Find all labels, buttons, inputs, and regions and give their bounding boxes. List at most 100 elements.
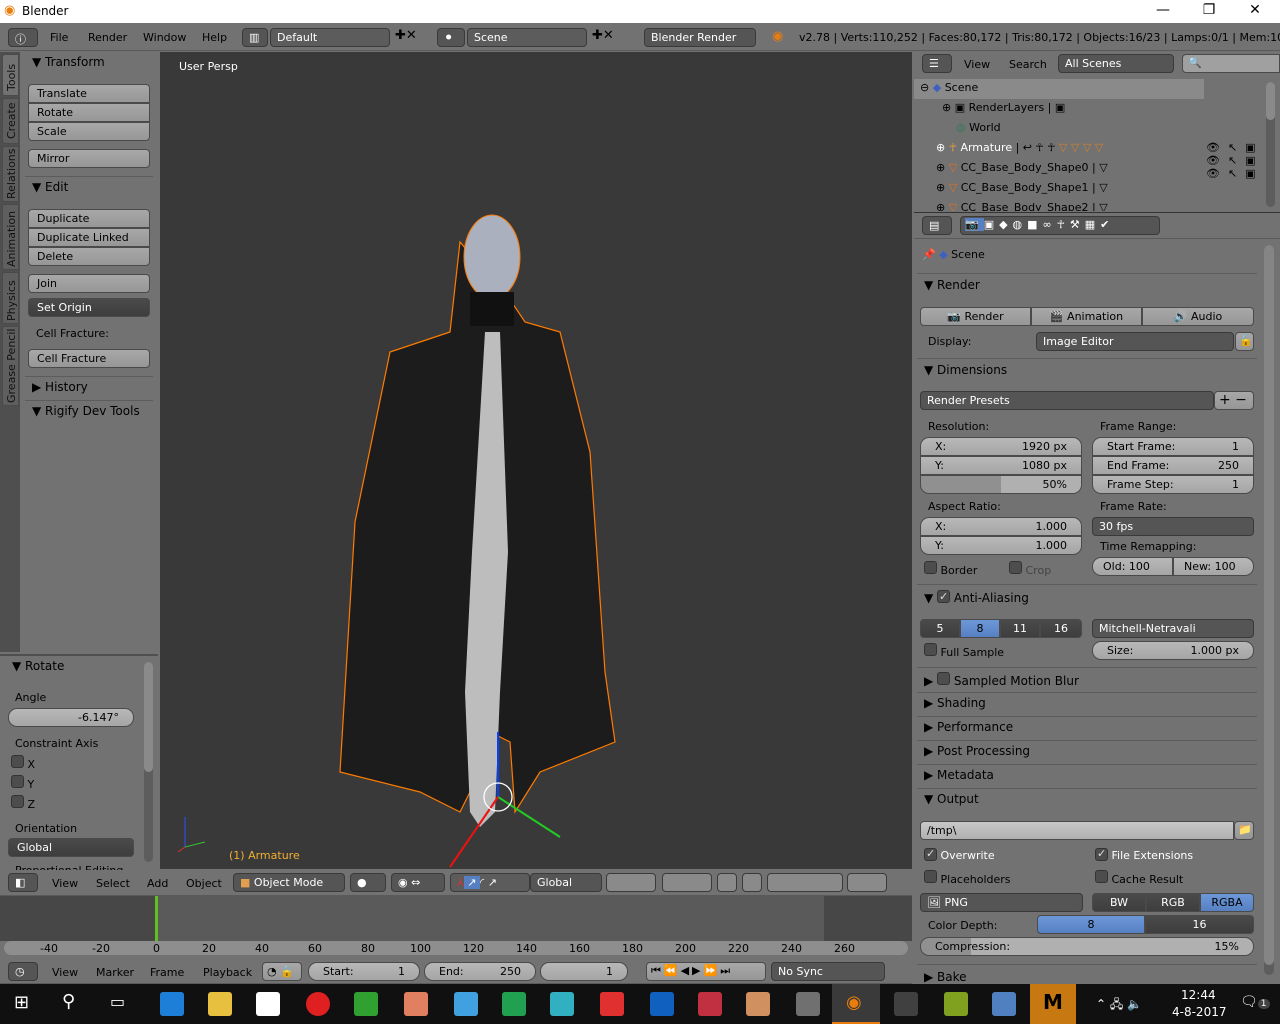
tab-physics[interactable]: Physics [2, 272, 19, 324]
layer-buttons-2[interactable] [662, 873, 712, 892]
menu-add[interactable]: Add [147, 877, 168, 890]
menu-help[interactable]: Help [202, 31, 227, 44]
resolution-percent-slider[interactable]: 50% [920, 475, 1082, 494]
outliner-scrollbar[interactable] [1266, 82, 1275, 207]
app-icon[interactable] [502, 992, 526, 1016]
output-panel-header[interactable]: ▼ Output [924, 792, 979, 806]
axis-y-checkbox[interactable]: Y [11, 775, 34, 791]
outliner-item-armature[interactable]: ⊕ ☥ Armature | ↩ ☥ ☥ ▽ ▽ ▽ ▽ [936, 141, 1103, 154]
crop-checkbox[interactable]: Crop [1009, 561, 1051, 577]
system-tray[interactable]: ⌃ 🖧 🔈 [1096, 995, 1142, 1016]
resolution-x-field[interactable]: X: 1920 px [920, 437, 1082, 456]
cache-result-checkbox[interactable]: Cache Result [1095, 870, 1183, 886]
aspect-y-field[interactable]: Y: 1.000 [920, 536, 1082, 555]
outliner-item-shape1[interactable]: ⊕ ▽ CC_Base_Body_Shape1 | ▽ [936, 181, 1108, 194]
menu-object[interactable]: Object [186, 877, 222, 890]
current-frame-field[interactable]: 1 [540, 962, 628, 981]
orientation-select[interactable]: Global [8, 838, 134, 857]
dimensions-panel-header[interactable]: ▼ Dimensions [924, 363, 1007, 377]
cell-fracture-button[interactable]: Cell Fracture [28, 349, 150, 368]
aa-filter-select[interactable]: Mitchell-Netravali [1092, 619, 1254, 638]
app-icon[interactable] [944, 992, 968, 1016]
fps-select[interactable]: 30 fps [1092, 517, 1254, 536]
end-frame-field[interactable]: End: 250 [424, 962, 536, 981]
render-button[interactable]: 📷 Render [920, 307, 1031, 326]
playback-controls[interactable]: ⏮⏪◀▶⏩⏭ [646, 962, 766, 981]
angle-field[interactable]: -6.147° [8, 708, 134, 727]
app-icon[interactable] [454, 992, 478, 1016]
outliner-item-renderlayers[interactable]: ⊕ ▣ RenderLayers | ▣ [942, 101, 1065, 114]
tab-grease-pencil[interactable]: Grease Pencil [2, 326, 19, 406]
task-view-icon[interactable]: ▭ [110, 992, 125, 1011]
operator-scrollbar[interactable] [144, 662, 153, 862]
app-icon[interactable] [404, 992, 428, 1016]
edit-panel-header[interactable]: ▼ Edit [32, 180, 68, 194]
anti-aliasing-panel-header[interactable]: ▼ Anti-Aliasing [924, 590, 1029, 605]
start-frame-field[interactable]: Start: 1 [308, 962, 420, 981]
folder-icon[interactable]: 📁 [1234, 821, 1254, 840]
axis-z-checkbox[interactable]: Z [11, 795, 35, 811]
sync-select[interactable]: No Sync [771, 962, 885, 981]
app-icon[interactable] [992, 992, 1016, 1016]
join-button[interactable]: Join [28, 274, 150, 293]
placeholders-checkbox[interactable]: Placeholders [924, 870, 1011, 886]
render-presets-select[interactable]: Render Presets [920, 391, 1214, 410]
menu-file[interactable]: File [50, 31, 68, 44]
editor-type-3d-button[interactable]: ◧ [8, 873, 38, 892]
app-icon[interactable] [746, 992, 770, 1016]
mirror-button[interactable]: Mirror [28, 149, 150, 168]
preset-add-remove-buttons[interactable]: + − [1214, 391, 1254, 410]
app-icon[interactable] [796, 992, 820, 1016]
clock-date[interactable]: 4-8-2017 [1172, 1005, 1226, 1019]
editor-type-timeline-button[interactable]: ◷ [8, 962, 38, 981]
tab-animation[interactable]: Animation [2, 204, 19, 270]
minimize-button[interactable]: — [1140, 2, 1186, 18]
app-icon[interactable] [354, 992, 378, 1016]
shading-panel-header[interactable]: ▶ Shading [924, 696, 986, 710]
y-axis-arrow[interactable] [497, 796, 561, 838]
tab-tools[interactable]: Tools [2, 54, 19, 96]
lock-icon[interactable]: 🔓 [1235, 332, 1254, 351]
color-mode-rgba[interactable]: RGBA [1200, 893, 1254, 912]
end-frame-field[interactable]: End Frame: 250 [1092, 456, 1254, 475]
file-format-select[interactable]: 🖼 PNG [920, 893, 1083, 912]
remap-old-field[interactable]: Old: 100 [1092, 557, 1173, 576]
start-button[interactable]: ⊞ [14, 992, 29, 1013]
shading-select[interactable]: ● [350, 873, 386, 892]
transform-orientation-select[interactable]: Global [530, 873, 602, 892]
output-path-input[interactable]: /tmp\ [920, 821, 1234, 840]
aa-samples-11[interactable]: 11 [1000, 619, 1040, 638]
resolution-y-field[interactable]: Y: 1080 px [920, 456, 1082, 475]
current-frame-marker[interactable] [155, 896, 158, 941]
add-layout-button[interactable]: ✚✕ [395, 28, 417, 43]
layout-field[interactable]: Default [270, 28, 390, 47]
menu-view[interactable]: View [52, 966, 78, 979]
filter-size-field[interactable]: Size: 1.000 px [1092, 641, 1254, 660]
performance-panel-header[interactable]: ▶ Performance [924, 720, 1013, 734]
translate-button[interactable]: Translate [28, 84, 150, 103]
compression-slider[interactable]: Compression: 15% [920, 937, 1254, 956]
display-select[interactable]: Image Editor [1036, 332, 1234, 351]
transform-panel-header[interactable]: ▼ Transform [32, 55, 105, 69]
timeline-area[interactable] [0, 896, 912, 941]
axis-x-checkbox[interactable]: X [11, 755, 35, 771]
close-button[interactable]: ✕ [1232, 2, 1278, 18]
blender-taskbar-button[interactable]: ◉ [832, 984, 880, 1024]
add-scene-button[interactable]: ✚✕ [592, 28, 614, 43]
manipulator-toggles[interactable]: ⅄ ↗ ◜ ↗ [450, 873, 530, 892]
border-checkbox[interactable]: Border [924, 561, 977, 577]
render-opengl-icons[interactable] [847, 873, 887, 892]
rigify-panel-header[interactable]: ▼ Rigify Dev Tools [32, 404, 140, 418]
aa-samples-5[interactable]: 5 [920, 619, 960, 638]
set-origin-select[interactable]: Set Origin [28, 298, 150, 317]
editor-type-info-button[interactable]: ⓘ [8, 28, 38, 47]
app-icon[interactable] [698, 992, 722, 1016]
rotate-panel-header[interactable]: ▼ Rotate [12, 659, 64, 673]
outliner-search-input[interactable]: 🔍 [1182, 54, 1280, 73]
file-extensions-checkbox[interactable]: File Extensions [1095, 848, 1193, 862]
full-sample-checkbox[interactable]: Full Sample [924, 643, 1004, 659]
menu-select[interactable]: Select [96, 877, 130, 890]
app-icon[interactable] [650, 992, 674, 1016]
bake-panel-header[interactable]: ▶ Bake [924, 970, 967, 984]
menu-render[interactable]: Render [88, 31, 127, 44]
